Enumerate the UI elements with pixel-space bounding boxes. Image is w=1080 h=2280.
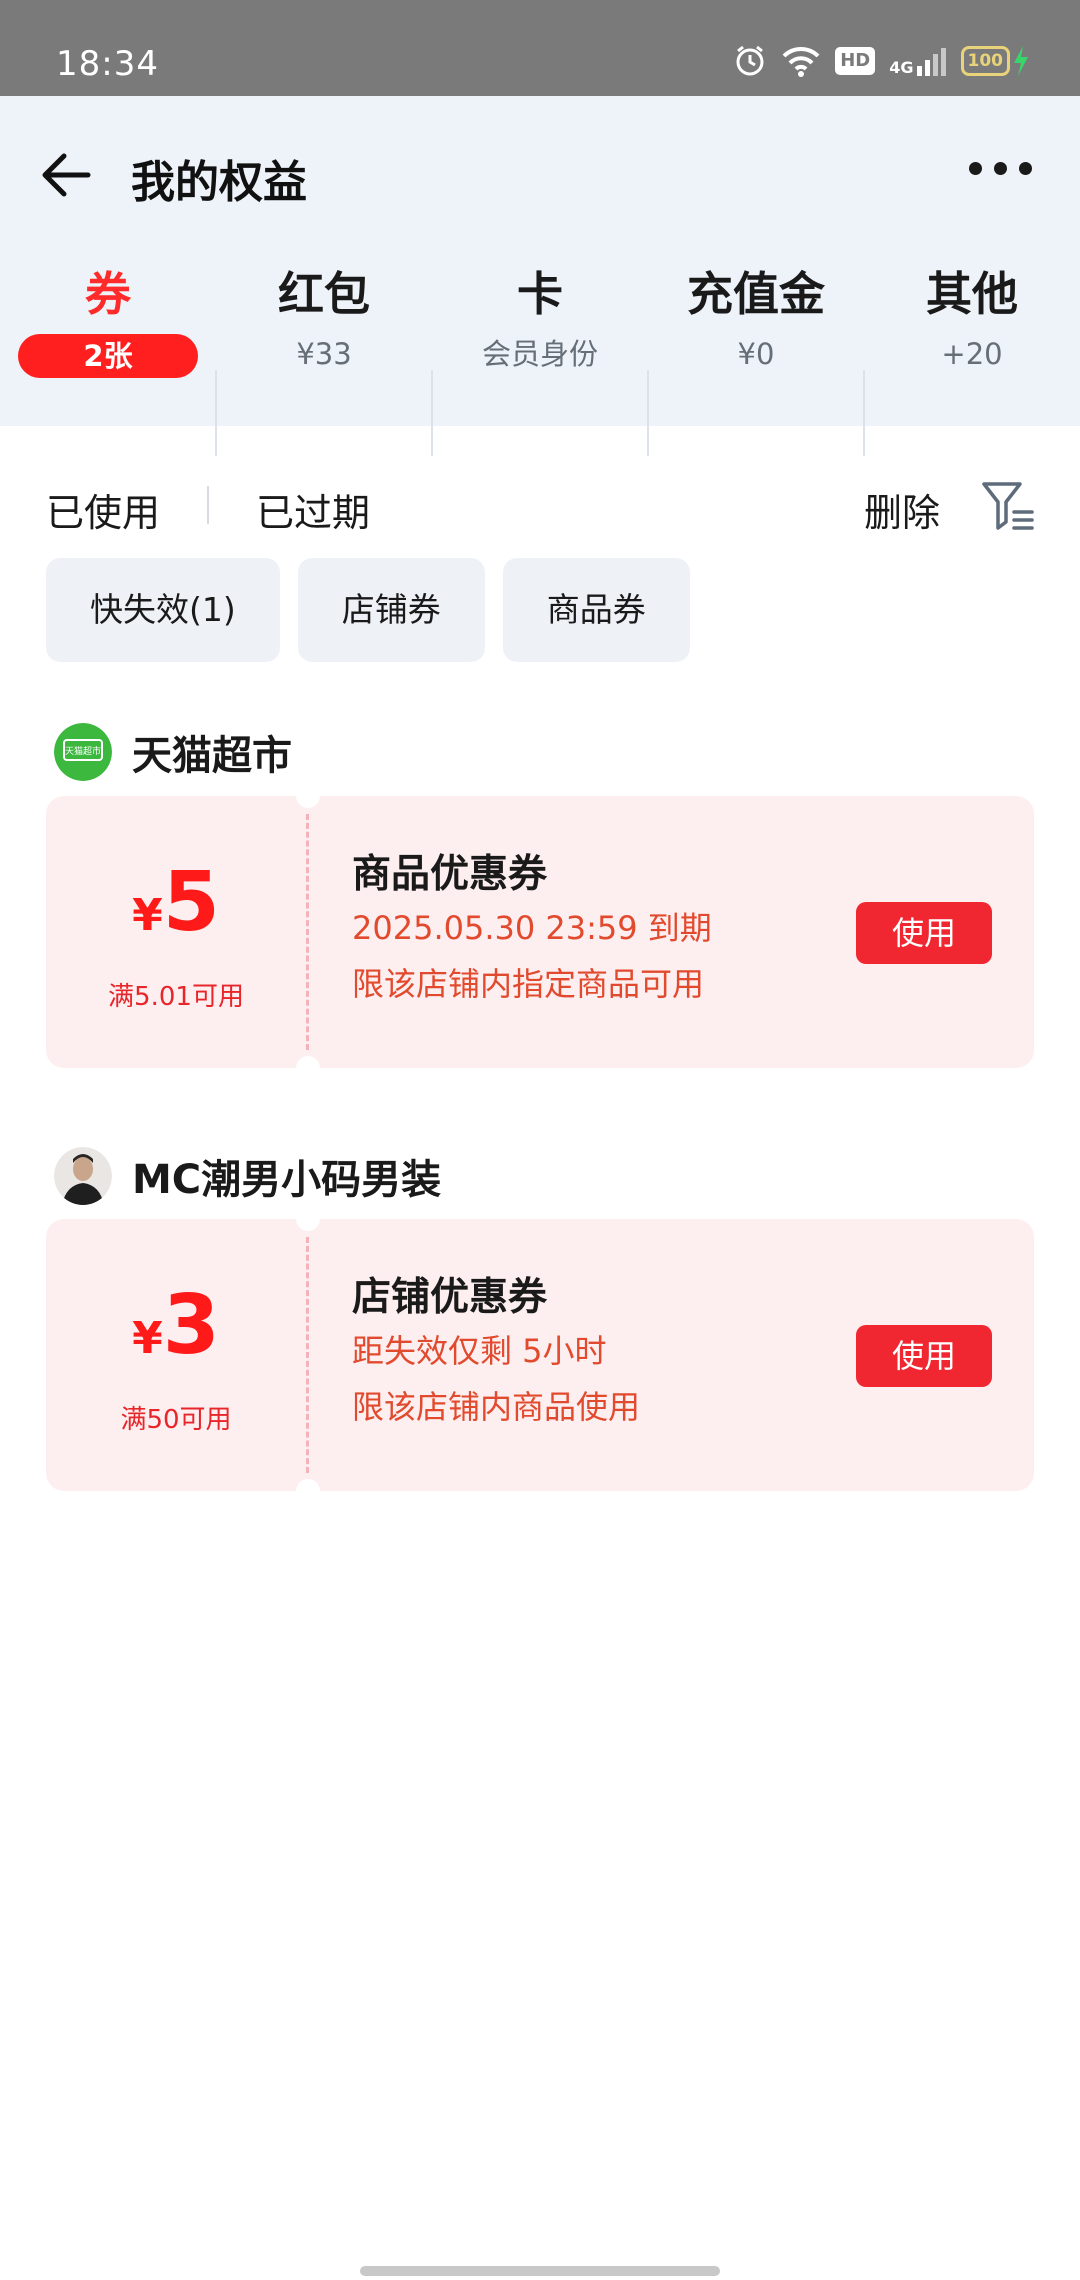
- filter-chips: 快失效(1) 店铺券 商品券: [46, 558, 690, 662]
- tab-other[interactable]: 其他 +20: [864, 266, 1080, 372]
- tab-sub: ¥33: [296, 337, 352, 371]
- home-indicator[interactable]: [360, 2266, 720, 2276]
- hd-icon: HD: [835, 47, 876, 75]
- filter-expired[interactable]: 已过期: [256, 482, 370, 537]
- tab-label: 券: [85, 267, 131, 321]
- filter-row: 已使用 已过期 删除: [0, 470, 1080, 540]
- charging-icon: [1014, 46, 1028, 76]
- alarm-icon: [733, 44, 767, 78]
- more-dot-icon: [994, 162, 1007, 175]
- store-name: 天猫超市: [132, 733, 292, 779]
- chip-expiring[interactable]: 快失效(1): [46, 558, 280, 662]
- coupon-amount: ¥5: [132, 855, 220, 950]
- more-dot-icon: [1019, 162, 1032, 175]
- store-avatar: [54, 1147, 112, 1205]
- filter-used[interactable]: 已使用: [46, 482, 160, 537]
- divider: [647, 370, 649, 456]
- category-tabs: 券 2张 红包 ¥33 卡 会员身份 充值金 ¥0 其他 +20: [0, 266, 1080, 456]
- notch: [296, 1056, 320, 1068]
- status-bar: 18:34 HD 4G 100: [0, 0, 1080, 96]
- use-button[interactable]: 使用: [856, 902, 992, 964]
- more-button[interactable]: [969, 162, 1032, 175]
- tab-label: 卡: [517, 267, 563, 321]
- tmall-supermarket-logo: 天猫超市: [54, 723, 112, 781]
- tab-coupons[interactable]: 券 2张: [0, 266, 216, 378]
- coupon-scope: 限该店铺内指定商品可用: [352, 965, 705, 1003]
- divider: [207, 486, 209, 524]
- store-name: MC潮男小码男装: [132, 1157, 442, 1203]
- delete-button[interactable]: 删除: [864, 482, 940, 537]
- status-icons: HD 4G 100: [733, 44, 1032, 78]
- coupon-expiry: 距失效仅剩 5小时: [352, 1332, 607, 1370]
- header: 我的权益 券 2张 红包 ¥33 卡 会员身份 充值金 ¥0 其他 +20: [0, 96, 1080, 456]
- status-time: 18:34: [56, 44, 159, 84]
- svg-text:天猫超市: 天猫超市: [65, 745, 101, 757]
- tab-sub: 会员身份: [481, 337, 598, 371]
- use-button[interactable]: 使用: [856, 1325, 992, 1387]
- tab-label: 红包: [278, 267, 370, 321]
- count-badge: 2张: [18, 334, 198, 378]
- coupon-title: 店铺优惠券: [352, 1275, 548, 1320]
- page-title: 我的权益: [131, 157, 307, 208]
- coupon-condition: 满50可用: [120, 1405, 232, 1435]
- tab-sub: +20: [941, 337, 1003, 371]
- divider: [863, 370, 865, 456]
- tab-sub: ¥0: [737, 337, 775, 371]
- divider: [215, 370, 217, 456]
- coupon-info: 商品优惠券 2025.05.30 23:59 到期 限该店铺内指定商品可用: [352, 850, 712, 1012]
- coupon-amount: ¥3: [132, 1278, 220, 1373]
- coupon-card: ¥5 满5.01可用 商品优惠券 2025.05.30 23:59 到期 限该店…: [46, 796, 1034, 1068]
- battery-icon: 100: [960, 44, 1033, 78]
- tab-card[interactable]: 卡 会员身份: [432, 266, 648, 372]
- coupon-scope: 限该店铺内商品使用: [352, 1388, 641, 1426]
- coupon-info: 店铺优惠券 距失效仅剩 5小时 限该店铺内商品使用: [352, 1273, 640, 1435]
- wifi-icon: [781, 45, 821, 77]
- coupon-value: ¥5 满5.01可用: [46, 796, 306, 1068]
- more-dot-icon: [969, 162, 982, 175]
- store-header[interactable]: MC潮男小码男装: [54, 1147, 441, 1205]
- coupon-title: 商品优惠券: [352, 852, 548, 897]
- arrow-left-icon: [42, 153, 91, 197]
- coupon-card: ¥3 满50可用 店铺优惠券 距失效仅剩 5小时 限该店铺内商品使用 使用: [46, 1219, 1034, 1491]
- notch: [296, 1479, 320, 1491]
- coupon-expiry: 2025.05.30 23:59 到期: [352, 909, 712, 947]
- filter-icon[interactable]: [980, 478, 1036, 534]
- coupon-condition: 满5.01可用: [108, 982, 244, 1012]
- coupon-value: ¥3 满50可用: [46, 1219, 306, 1491]
- store-header[interactable]: 天猫超市 天猫超市: [54, 723, 292, 781]
- signal-icon: 4G: [889, 46, 946, 76]
- tab-red-packet[interactable]: 红包 ¥33: [216, 266, 432, 372]
- chip-product-coupon[interactable]: 商品券: [502, 558, 690, 662]
- perforation: [306, 814, 309, 1050]
- divider: [431, 370, 433, 456]
- perforation: [306, 1237, 309, 1473]
- network-type: 4G: [889, 58, 914, 77]
- battery-level: 100: [960, 46, 1010, 76]
- chip-store-coupon[interactable]: 店铺券: [297, 558, 485, 662]
- tab-label: 充值金: [687, 267, 825, 321]
- back-button[interactable]: [40, 148, 94, 202]
- tab-recharge[interactable]: 充值金 ¥0: [648, 266, 864, 372]
- tab-label: 其他: [926, 267, 1018, 321]
